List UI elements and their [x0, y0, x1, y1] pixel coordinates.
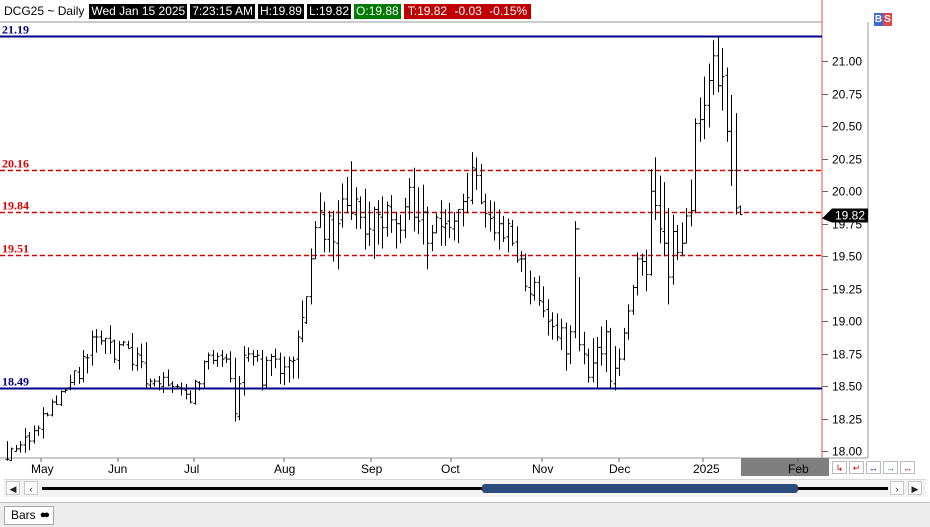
- y-tick-label: 19.50: [832, 250, 862, 264]
- bottom-toolbar: Bars ●●: [0, 502, 930, 527]
- scroll-right-end-icon[interactable]: ▶: [908, 481, 922, 495]
- y-tick-label: 21.00: [832, 55, 862, 69]
- y-tick-label: 18.75: [832, 348, 862, 362]
- y-tick-label: 18.00: [832, 445, 862, 459]
- high-label: H:19.89: [257, 4, 304, 19]
- zoom-in-icon[interactable]: →: [883, 461, 898, 474]
- y-tick-label: 19.00: [832, 315, 862, 329]
- chart-frame: [0, 0, 929, 501]
- x-tick-label: Aug: [274, 462, 295, 476]
- future-shade: [741, 458, 829, 476]
- zoom-out-icon[interactable]: ↔: [866, 461, 881, 474]
- y-tick-label: 19.25: [832, 283, 862, 297]
- price-level-label: 19.84: [2, 199, 29, 213]
- y-tick-label: 20.50: [832, 120, 862, 134]
- scroll-left-icon[interactable]: ‹: [24, 481, 38, 495]
- price-level-label: 18.49: [2, 375, 29, 389]
- link-icon: ●●: [39, 509, 50, 521]
- y-tick-label: 18.25: [832, 413, 862, 427]
- x-tick-label: Dec: [609, 462, 630, 476]
- x-tick-label: Jun: [108, 462, 127, 476]
- date-label: Wed Jan 15 2025: [89, 4, 188, 19]
- x-tick-label: Sep: [361, 462, 383, 476]
- compress-icon[interactable]: ↔: [900, 461, 915, 474]
- price-level-label: 19.51: [2, 242, 29, 256]
- quote-header: DCG25 ~ Daily Wed Jan 15 2025 7:23:15 AM…: [2, 4, 532, 19]
- last-label: T:19.82 -0.03 -0.15%: [403, 4, 532, 19]
- x-tick-label: Feb: [788, 462, 809, 476]
- scroll-start-icon[interactable]: ↳: [832, 461, 847, 474]
- x-tick-label: May: [31, 462, 54, 476]
- low-label: L:19.82: [306, 4, 352, 19]
- scroll-right-icon[interactable]: ›: [890, 481, 904, 495]
- x-tick-label: Jul: [184, 462, 199, 476]
- last-price: T:19.82: [407, 4, 448, 18]
- chart-nav-buttons: ↳ ↵ ↔ → ↔: [832, 461, 915, 474]
- y-tick-label: 20.25: [832, 153, 862, 167]
- price-level-label: 21.19: [2, 23, 29, 37]
- price-chart[interactable]: 21.19 20.16 19.84 19.51 18.49 18.00 18.25 18.5…: [0, 0, 930, 526]
- net-change: -0.03: [454, 4, 482, 18]
- price-level-label: 20.16: [2, 157, 29, 171]
- sell-button[interactable]: S: [883, 13, 892, 26]
- y-tick-label: 20.75: [832, 88, 862, 102]
- y-tick-label: 20.00: [832, 185, 862, 199]
- scroll-thumb[interactable]: [482, 484, 798, 493]
- buy-sell-buttons: B S: [874, 13, 892, 26]
- x-tick-label: 2025: [693, 462, 720, 476]
- symbol-label[interactable]: DCG25 ~ Daily: [2, 4, 87, 19]
- time-label: 7:23:15 AM: [190, 4, 255, 19]
- open-label: O:19.88: [354, 4, 401, 19]
- last-price-tag-label: 19.82: [835, 209, 865, 223]
- horizontal-scrollbar[interactable]: ◀ ‹ › ▶: [4, 479, 926, 497]
- pct-change: -0.15%: [489, 4, 528, 18]
- tab-bars[interactable]: Bars ●●: [4, 506, 54, 525]
- tab-bars-label: Bars: [11, 508, 36, 522]
- scroll-end-icon[interactable]: ↵: [849, 461, 864, 474]
- y-tick-label: 18.50: [832, 380, 862, 394]
- x-tick-label: Nov: [532, 462, 553, 476]
- scroll-left-end-icon[interactable]: ◀: [6, 481, 20, 495]
- x-tick-label: Oct: [441, 462, 460, 476]
- buy-button[interactable]: B: [874, 13, 883, 26]
